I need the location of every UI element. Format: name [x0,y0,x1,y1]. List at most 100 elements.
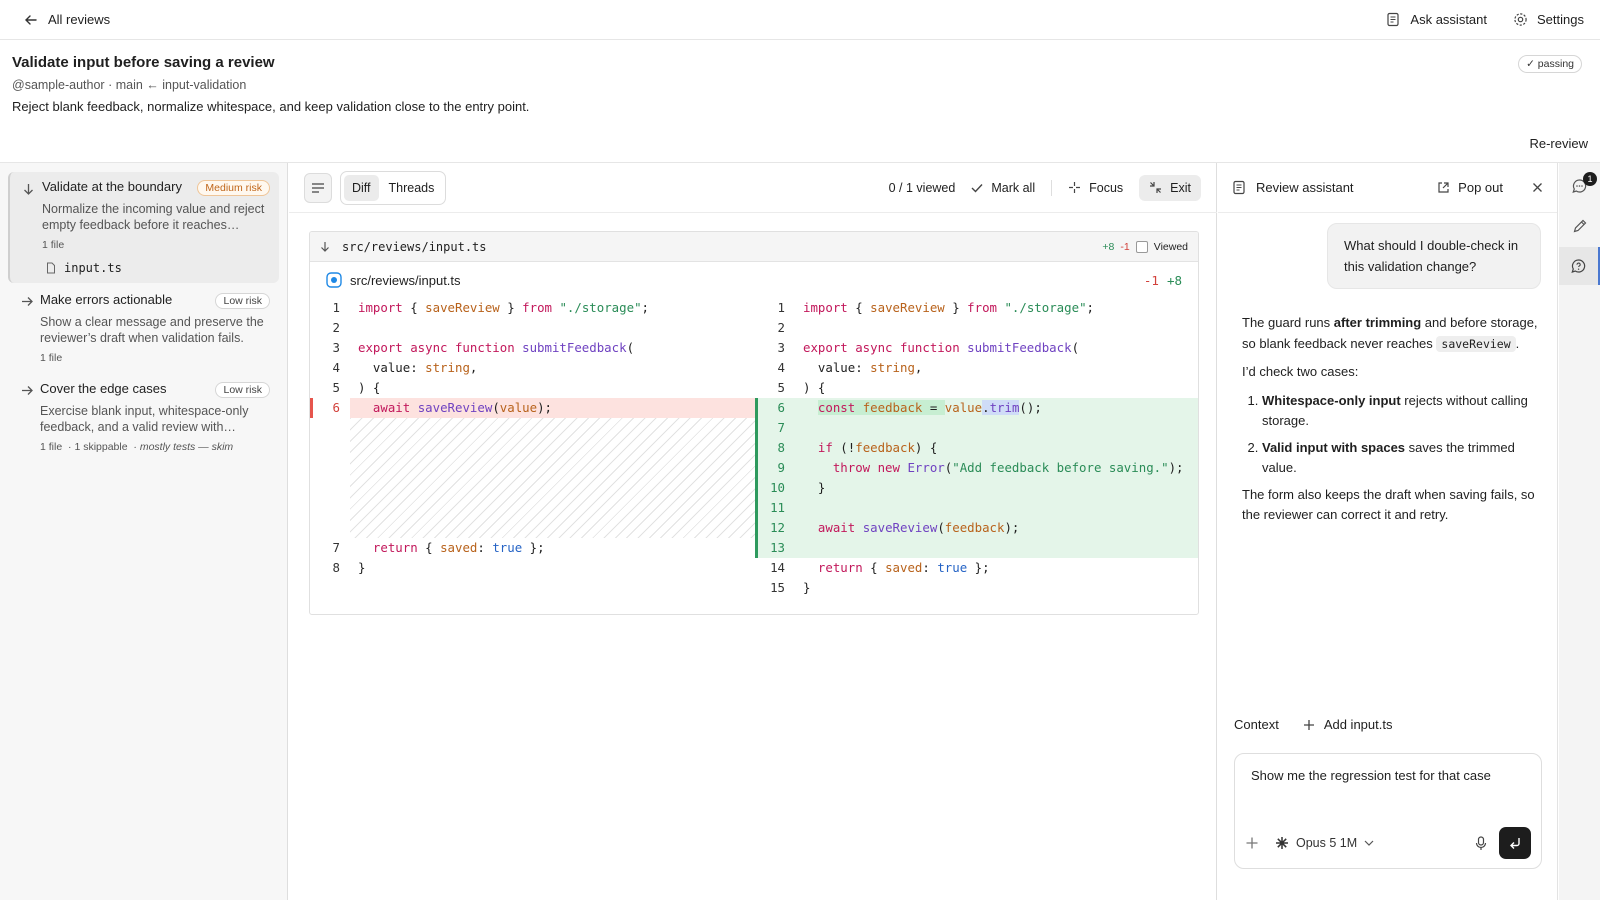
popout-icon [1437,181,1450,194]
code-line: 8} [332,560,366,575]
add-context-label: Add input.ts [1323,717,1393,732]
arrow-left-icon [24,13,38,27]
code-line: 4 value: string, [332,360,478,375]
diff-gap-filler [310,418,755,538]
code-line: 1 import { saveReview } from "./storage"; [777,300,1094,315]
code-line: 2 [332,320,340,335]
plus-icon[interactable] [1245,836,1259,850]
skippable-count: · 1 skippable [68,441,128,453]
review-meta: @sample-author · main ← input-validation [12,78,247,92]
comments-rail-button[interactable]: 1 [1559,167,1600,205]
tab-diff[interactable]: Diff [344,174,379,201]
assistant-icon [1232,180,1247,195]
add-context-button[interactable]: Add input.ts [1303,717,1393,732]
task-file-link[interactable]: input.ts [46,261,269,275]
arrow-right-icon [21,385,33,396]
edit-rail-button[interactable] [1559,207,1600,245]
diff-split-view: 1 import { saveReview } from "./storage";… [310,298,1198,598]
assistant-title: Review assistant [1256,180,1354,195]
added-code-line: 9 throw new Error("Add feedback before s… [755,458,1198,478]
list-item: Whitespace-only input rejects without ca… [1262,391,1542,432]
assistant-list: Whitespace-only input rejects without ca… [1242,391,1542,479]
plus-icon [1303,719,1315,731]
context-row: Context Add input.ts [1234,717,1392,732]
tab-threads[interactable]: Threads [381,175,443,201]
task-item[interactable]: Make errors actionable Low risk Show a c… [8,285,279,372]
exit-button[interactable]: Exit [1139,174,1201,201]
arrow-down-icon [23,183,34,195]
settings-label: Settings [1537,12,1584,27]
added-count: +8 [1102,240,1115,253]
assistant-rail-button[interactable] [1559,247,1600,285]
removed-count: -1 [1143,272,1159,288]
code-line: 2 [777,320,785,335]
gear-icon [1513,12,1528,27]
rereview-button[interactable]: Re-review [1529,136,1588,151]
diff-file-card: src/reviews/input.ts +8 -1 Viewed src/re… [309,231,1199,615]
view-toggle: Diff Threads [340,170,447,205]
focus-icon [1068,181,1081,194]
added-code-line: 10 } [755,478,1198,498]
user-message: What should I double-check in this valid… [1327,223,1541,289]
code-line: 5) { [332,380,381,395]
code-line: 14 return { saved: true }; [770,560,990,575]
removed-code-line: 6 await saveReview(value); [310,398,755,418]
assistant-paragraph: The form also keeps the draft when savin… [1242,486,1535,523]
task-item[interactable]: Validate at the boundary Medium risk Nor… [8,172,279,283]
task-file-count: 1 file [40,441,63,453]
toolbar-divider [1051,179,1053,196]
pop-out-label: Pop out [1458,180,1503,195]
added-code-line: 13 [755,538,1198,558]
model-selector[interactable]: Opus 5 1M [1275,836,1374,850]
task-description: Show a clear message and preserve the re… [40,315,264,345]
code-line: 4 value: string, [777,360,923,375]
mic-icon[interactable] [1475,835,1487,851]
notification-badge: 1 [1583,172,1597,186]
task-list: Validate at the boundary Medium risk Nor… [0,163,288,900]
back-to-reviews-link[interactable]: All reviews [24,12,110,27]
code-line: 3 export async function submitFeedback( [777,340,1080,355]
right-rail: 1 [1559,163,1600,900]
ask-assistant-label: Ask assistant [1410,12,1488,27]
toggle-sidebar-button[interactable] [304,172,332,203]
exit-label: Exit [1170,180,1191,195]
viewed-checkbox[interactable] [1135,240,1148,253]
exit-icon [1149,181,1162,194]
assistant-header: Review assistant Pop out [1218,163,1557,213]
pop-out-button[interactable]: Pop out [1437,180,1503,195]
focus-label: Focus [1089,180,1124,195]
task-file-name: input.ts [64,261,122,275]
settings-button[interactable]: Settings [1513,12,1584,27]
removed-count: -1 [1120,240,1130,253]
send-icon [1508,836,1522,850]
task-item[interactable]: Cover the edge cases Low risk Exercise b… [8,374,279,461]
added-code-line: 8 if (!feedback) { [755,438,1198,458]
diff-toolbar: Diff Threads 0 / 1 viewed Mark all Focus… [289,163,1217,213]
mark-all-button[interactable]: Mark all [971,181,1035,195]
assistant-message: The guard runs after trimming and before… [1242,313,1542,534]
chevron-down-icon [1364,840,1374,846]
close-icon[interactable] [1532,182,1543,193]
diff-old-pane: 1 import { saveReview } from "./storage";… [310,298,755,578]
assistant-paragraph: I’d check two cases: [1242,364,1359,379]
message-input[interactable] [1251,768,1527,783]
status-badge: ✓ passing [1518,55,1582,73]
code-line: 3 export async function submitFeedback( [332,340,635,355]
arrow-down-icon [320,241,330,252]
check-icon [971,183,983,193]
send-button[interactable] [1499,827,1531,859]
file-icon [46,262,56,274]
code-line: 7 return { saved: true }; [332,540,545,555]
viewed-count: 0 / 1 viewed [888,180,956,195]
review-title: Validate input before saving a review [12,54,275,71]
pencil-icon [1572,218,1588,234]
review-assistant-panel: Review assistant Pop out What should I d… [1218,163,1558,900]
diff-file-header[interactable]: src/reviews/input.ts +8 -1 Viewed [310,232,1198,262]
added-code-line: 7 [755,418,1198,438]
mark-all-label: Mark all [991,180,1036,195]
focus-button[interactable]: Focus [1068,181,1123,195]
task-file-count: 1 file [42,239,65,251]
ask-assistant-button[interactable]: Ask assistant [1386,12,1487,27]
arrow-right-icon [21,296,33,307]
diff-new-pane: 1 import { saveReview } from "./storage";… [755,298,1198,598]
